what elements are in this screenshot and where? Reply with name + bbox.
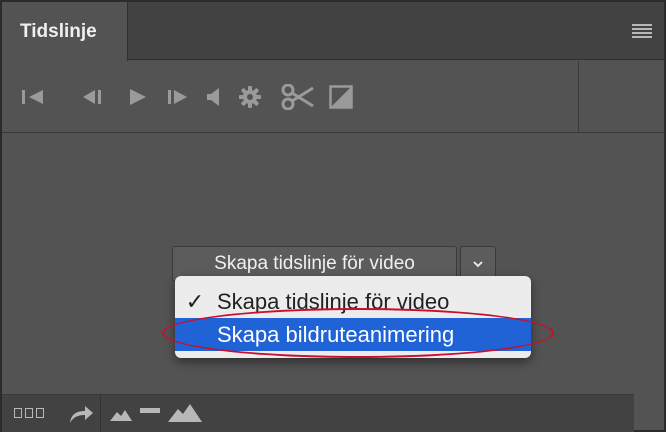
split-scissors-icon[interactable] bbox=[280, 83, 316, 111]
settings-icon[interactable] bbox=[238, 83, 262, 111]
footer-divider bbox=[100, 395, 101, 432]
timeline-panel: Tidslinje Skapa tidslinje för video ✓ Sk… bbox=[0, 0, 666, 432]
menu-item-label: Skapa tidslinje för video bbox=[217, 288, 450, 314]
menu-item-create-video-timeline[interactable]: ✓ Skapa tidslinje för video bbox=[175, 285, 531, 318]
menu-item-label: Skapa bildruteanimering bbox=[217, 321, 455, 347]
zoom-in-mountain-icon[interactable] bbox=[168, 402, 202, 427]
toolbar-divider bbox=[578, 61, 579, 133]
timeline-footer bbox=[2, 394, 634, 432]
previous-frame-icon[interactable] bbox=[80, 83, 106, 111]
go-to-first-frame-icon[interactable] bbox=[20, 83, 46, 111]
convert-arrow-icon[interactable] bbox=[68, 403, 94, 430]
chevron-down-icon bbox=[473, 261, 483, 268]
zoom-slider-icon[interactable] bbox=[140, 401, 160, 419]
playback-toolbar bbox=[2, 61, 664, 133]
tab-title: Tidslinje bbox=[20, 20, 97, 42]
menu-item-create-frame-animation[interactable]: Skapa bildruteanimering bbox=[175, 318, 531, 351]
panel-menu-icon[interactable] bbox=[632, 24, 652, 38]
tab-timeline[interactable]: Tidslinje bbox=[2, 2, 128, 61]
next-frame-icon[interactable] bbox=[164, 83, 190, 111]
checkmark-icon: ✓ bbox=[185, 288, 205, 314]
audio-icon[interactable] bbox=[204, 83, 224, 111]
play-icon[interactable] bbox=[126, 83, 150, 111]
panel-header: Tidslinje bbox=[2, 2, 664, 61]
frames-icon[interactable] bbox=[14, 408, 44, 418]
timeline-mode-menu: ✓ Skapa tidslinje för video Skapa bildru… bbox=[175, 276, 531, 358]
transition-icon[interactable] bbox=[328, 83, 354, 111]
create-video-timeline-label: Skapa tidslinje för video bbox=[214, 253, 415, 274]
zoom-out-mountain-icon[interactable] bbox=[110, 407, 132, 426]
